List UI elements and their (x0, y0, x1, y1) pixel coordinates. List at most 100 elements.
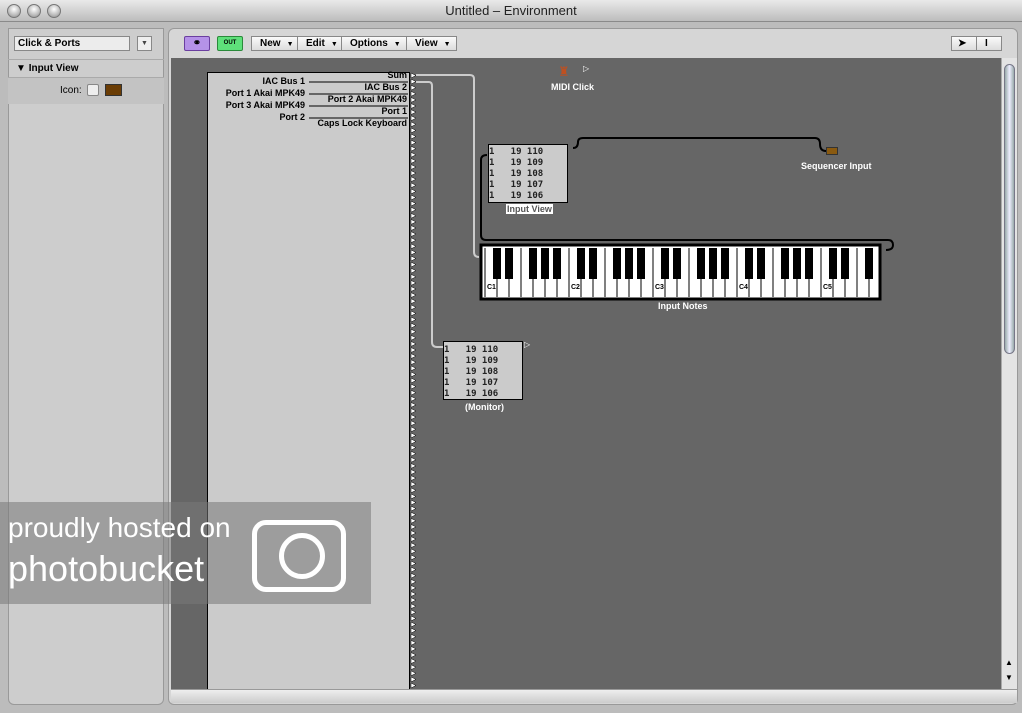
monitor-object[interactable]: 1 19 110 1 19 109 1 19 108 1 19 107 1 19… (443, 341, 523, 400)
outlet-triangle (410, 72, 417, 79)
black-key (613, 248, 621, 279)
monitor-row: 1 19 107 (489, 180, 544, 190)
black-key (745, 248, 753, 279)
black-key (637, 248, 645, 279)
keyboard-keys (479, 243, 882, 301)
cable-iac-bus-2[interactable] (416, 81, 443, 348)
outlet-triangle (410, 652, 417, 658)
input-view-monitor[interactable]: 1 19 110 1 19 109 1 19 108 1 19 107 1 19… (488, 144, 568, 203)
horizontal-scrollbar[interactable] (171, 689, 1017, 703)
outlet-triangle (410, 487, 417, 494)
scroll-up-arrow-icon[interactable]: ▲ (1005, 658, 1013, 667)
outlet-triangle (410, 682, 417, 689)
monitor-row: 1 19 110 (489, 147, 544, 157)
outlet-triangle (410, 517, 417, 524)
octave-label: C5 (823, 284, 832, 291)
outlet-triangle (410, 523, 417, 530)
outlet-triangle (410, 139, 417, 146)
metronome-icon[interactable]: ♜ (558, 64, 570, 80)
outlet-triangle (410, 493, 417, 500)
outlet-triangle (410, 578, 417, 585)
outlet-triangle (410, 554, 417, 561)
outlet-icon[interactable]: ▷ (583, 64, 589, 73)
outlet-triangle (410, 96, 417, 103)
outlet-triangle (410, 176, 417, 183)
outlet-triangle (410, 310, 417, 317)
outlet-triangle (410, 133, 417, 140)
monitor-row: 1 19 109 (489, 158, 544, 168)
outlet-triangle (410, 548, 417, 555)
outlet-triangle (410, 676, 417, 683)
watermark-line2: photobucket (8, 548, 205, 589)
outlet-triangle (410, 164, 417, 170)
outlet-triangle (410, 359, 417, 366)
monitor-row: 1 19 110 (444, 345, 499, 355)
outlet-triangle (410, 212, 417, 219)
black-key (781, 248, 789, 279)
outlet-triangle (410, 475, 417, 482)
monitor-row: 1 19 109 (444, 356, 499, 366)
black-key (709, 248, 717, 279)
outlet-triangle (410, 389, 417, 396)
octave-label: C1 (487, 284, 496, 291)
outlet-triangle (410, 633, 417, 640)
outlet-triangle (410, 560, 417, 567)
black-key (541, 248, 549, 279)
outlet-triangle (410, 109, 417, 116)
outlet-triangle (410, 658, 417, 665)
outlet-triangle (410, 603, 417, 610)
outlet-triangle (410, 621, 417, 628)
outlet-icon[interactable]: ▷ (524, 340, 530, 349)
sequencer-input-icon[interactable] (826, 147, 838, 155)
outlet-triangle (410, 170, 417, 177)
outlet-triangle (410, 316, 417, 323)
outlet-triangle (410, 157, 417, 164)
cable-sum[interactable] (416, 74, 480, 258)
input-view-label: Input View (506, 204, 553, 214)
outlet-triangle (410, 481, 417, 488)
outlet-triangle (410, 591, 417, 597)
outlet-triangle (410, 639, 417, 646)
outlet-triangle (410, 103, 417, 109)
scroll-thumb[interactable] (1004, 64, 1015, 354)
outlet-triangle (410, 298, 417, 305)
outlet-triangle (410, 420, 417, 427)
black-key (673, 248, 681, 279)
scroll-down-arrow-icon[interactable]: ▼ (1005, 673, 1013, 682)
outlet-triangle (410, 426, 417, 433)
monitor-label: (Monitor) (465, 402, 504, 412)
black-key (625, 248, 633, 279)
outlet-triangle (410, 469, 417, 475)
outlet-triangle (410, 127, 417, 134)
outlet-triangle (410, 670, 417, 677)
outlet-triangle (410, 255, 417, 262)
black-key (805, 248, 813, 279)
octave-label: C3 (655, 284, 664, 291)
outlet-triangle (410, 609, 417, 616)
outlet-triangle (410, 243, 417, 250)
outlet-triangle (410, 414, 417, 421)
outlet-triangle (410, 456, 417, 463)
black-key (589, 248, 597, 279)
black-key (721, 248, 729, 279)
outlet-triangle (410, 286, 417, 292)
outlet-triangle (410, 566, 417, 573)
outlet-triangle (410, 328, 417, 335)
outlet-triangle (410, 401, 417, 408)
outlet-triangle (410, 225, 417, 231)
cable-to-sequencer[interactable] (572, 137, 827, 152)
outlet-triangle (410, 499, 417, 506)
outlet-triangle (410, 206, 417, 213)
monitor-row: 1 19 106 (489, 191, 544, 201)
black-key (793, 248, 801, 279)
outlet-triangle (410, 597, 417, 604)
outlet-triangle (410, 145, 417, 152)
black-key (757, 248, 765, 279)
black-key (505, 248, 513, 279)
outlet-triangle (410, 267, 417, 274)
vertical-scrollbar[interactable]: ▲ ▼ (1001, 58, 1017, 689)
outlet-triangle (410, 615, 417, 622)
camera-logo-icon (252, 520, 346, 592)
outlet-triangle (410, 78, 417, 85)
outlet-triangle (410, 408, 417, 414)
